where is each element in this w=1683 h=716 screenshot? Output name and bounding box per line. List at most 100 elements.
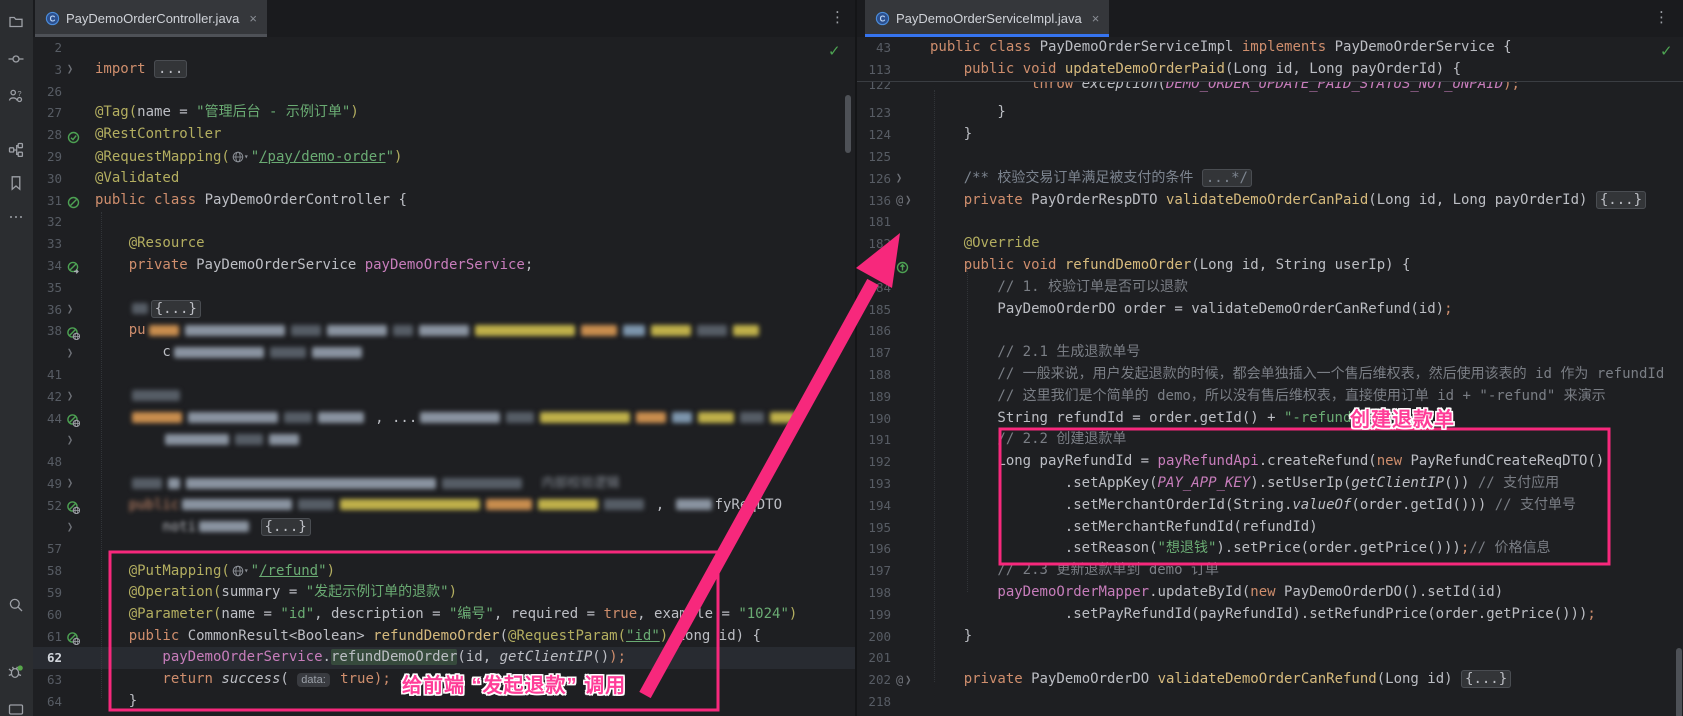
line-number: 60 [33, 604, 62, 626]
http-method-globe-icon[interactable]: ▾ [232, 146, 249, 168]
impl-gutter-icon[interactable] [67, 259, 80, 272]
fold-arrow-icon[interactable]: ❯ [896, 172, 902, 185]
code-editor-left[interactable]: 23❯import ...2627@Tag(name = "管理后台 - 示例订… [33, 37, 856, 716]
code-editor-right[interactable]: 43public class PayDemoOrderServiceImpl i… [857, 37, 1683, 716]
redacted-code [270, 347, 306, 358]
editor-pane-right: C PayDemoOrderServiceImpl.java × ⋮ 43pub… [857, 0, 1683, 716]
fold-arrow-icon[interactable]: ❯ [67, 434, 73, 447]
api-gutter-icon[interactable] [67, 412, 80, 425]
fold-arrow-icon[interactable]: ❯ [67, 390, 73, 403]
fold-arrow-icon[interactable]: ❯ [67, 303, 73, 316]
code-line: ❯ [33, 429, 856, 451]
line-number: 123 [857, 102, 891, 124]
annotated-marker: @ [896, 673, 903, 687]
code-line-57: 57 [33, 538, 856, 560]
structure-icon[interactable] [4, 138, 28, 162]
code-line-191: 191// 2.2 创建退款单 [857, 429, 1683, 451]
code-line-181: 181 [857, 211, 1683, 233]
api-gutter-icon[interactable] [67, 325, 80, 338]
fold-arrow-icon[interactable]: ❯ [905, 194, 911, 207]
line-number: 191 [857, 429, 891, 451]
code-line-124: 124} [857, 124, 1683, 146]
line-number: 36 [33, 299, 62, 321]
code-line-33: 33@Resource [33, 233, 856, 255]
code-line-34: 34private PayDemoOrderService payDemoOrd… [33, 255, 856, 277]
more-icon[interactable] [4, 205, 28, 229]
redacted-code [672, 412, 692, 423]
close-icon[interactable]: × [1092, 11, 1100, 26]
redacted-code [149, 325, 179, 336]
more-options-icon[interactable]: ⋮ [1654, 9, 1669, 27]
check-gutter-icon[interactable] [67, 129, 80, 142]
code-line-136: 136@❯private PayOrderRespDTO validateDem… [857, 190, 1683, 212]
search-icon[interactable] [4, 593, 28, 617]
code-line-197: 197// 2.3 更新退款单到 demo 订单 [857, 560, 1683, 582]
tab-paydemoordercontroller[interactable]: C PayDemoOrderController.java × [35, 0, 267, 37]
run-gutter-icon[interactable] [67, 194, 80, 207]
redacted-code [604, 499, 644, 510]
line-number: 41 [33, 364, 62, 386]
api-gutter-icon[interactable] [67, 499, 80, 512]
redacted-code [182, 499, 292, 510]
project-folder-icon[interactable] [4, 9, 28, 33]
fold-arrow-icon[interactable]: ❯ [67, 521, 73, 534]
redacted-code [132, 412, 182, 423]
scrollbar-thumb[interactable] [845, 95, 851, 153]
line-number: 192 [857, 451, 891, 473]
inspection-ok-icon[interactable]: ✓ [828, 42, 841, 60]
code-line-183: 183public void refundDemoOrder(Long id, … [857, 255, 1683, 277]
http-method-globe-icon[interactable]: ▾ [232, 560, 249, 582]
code-line-184: 184// 1. 校验订单是否可以退款 [857, 277, 1683, 299]
code-line-188: 188// 一般来说，用户发起退款的时候，都会单独插入一个售后维权表，然后使用该… [857, 364, 1683, 386]
folded-code-region[interactable]: ...*/ [1202, 169, 1252, 187]
line-number: 188 [857, 364, 891, 386]
code-line-32: 32 [33, 211, 856, 233]
pull-requests-icon[interactable]: ? [4, 84, 28, 108]
fold-arrow-icon[interactable]: ❯ [67, 63, 73, 76]
code-line-31: 31public class PayDemoOrderController { [33, 190, 856, 212]
redacted-code [623, 325, 645, 336]
scrollbar-thumb[interactable] [1676, 648, 1682, 716]
redacted-code [269, 434, 299, 445]
redacted-code [770, 412, 796, 423]
line-number: 57 [33, 538, 62, 560]
inspection-ok-icon[interactable]: ✓ [1660, 42, 1673, 60]
folded-code-region[interactable]: {...} [261, 518, 311, 536]
fold-arrow-icon[interactable]: ❯ [905, 673, 911, 686]
redacted-code [199, 521, 249, 532]
close-icon[interactable]: × [249, 11, 257, 26]
fold-arrow-icon[interactable]: ❯ [67, 346, 73, 359]
folded-code-region[interactable]: {...} [1461, 670, 1511, 688]
code-line-64: 64} [33, 691, 856, 713]
api-gutter-icon[interactable] [67, 630, 80, 643]
folded-code-region[interactable]: ... [154, 60, 187, 78]
folded-code-region[interactable]: {...} [151, 300, 201, 318]
redacted-code [538, 499, 598, 510]
ovr-gutter-icon[interactable] [896, 259, 909, 272]
commit-icon[interactable] [4, 47, 28, 71]
redacted-code [636, 412, 666, 423]
redacted-code [165, 434, 229, 445]
code-line-199: 199.setPayRefundId(payRefundId).setRefun… [857, 604, 1683, 626]
code-line-126: 126❯/** 校验交易订单满足被支付的条件 ...*/ [857, 168, 1683, 190]
tab-paydemoorderserviceimpl[interactable]: C PayDemoOrderServiceImpl.java × [865, 0, 1109, 37]
line-number: 201 [857, 647, 891, 669]
code-line-29: 29@RequestMapping(▾"/pay/demo-order") [33, 146, 856, 168]
line-number: 122 [857, 81, 891, 96]
code-line-43: 43public class PayDemoOrderServiceImpl i… [857, 37, 1683, 59]
code-line-52: 52public , fyReqDTO [33, 495, 856, 517]
code-line-122: 122throw exception(DEMO_ORDER_UPDATE_PAI… [857, 81, 1683, 104]
activity-bar: ? [0, 0, 34, 716]
line-number: 182 [857, 233, 891, 255]
bookmarks-icon[interactable] [4, 171, 28, 195]
fold-arrow-icon[interactable]: ❯ [67, 477, 73, 490]
more-options-icon[interactable]: ⋮ [830, 9, 845, 27]
line-number: 2 [33, 37, 62, 59]
line-number: 38 [33, 320, 62, 342]
debug-icon[interactable] [4, 660, 28, 684]
line-number: 43 [857, 37, 891, 59]
redacted-code [132, 390, 180, 401]
folded-code-region[interactable]: {...} [1596, 191, 1646, 209]
tab-bar-left: C PayDemoOrderController.java × ⋮ [33, 0, 856, 37]
terminal-icon[interactable] [4, 700, 28, 716]
